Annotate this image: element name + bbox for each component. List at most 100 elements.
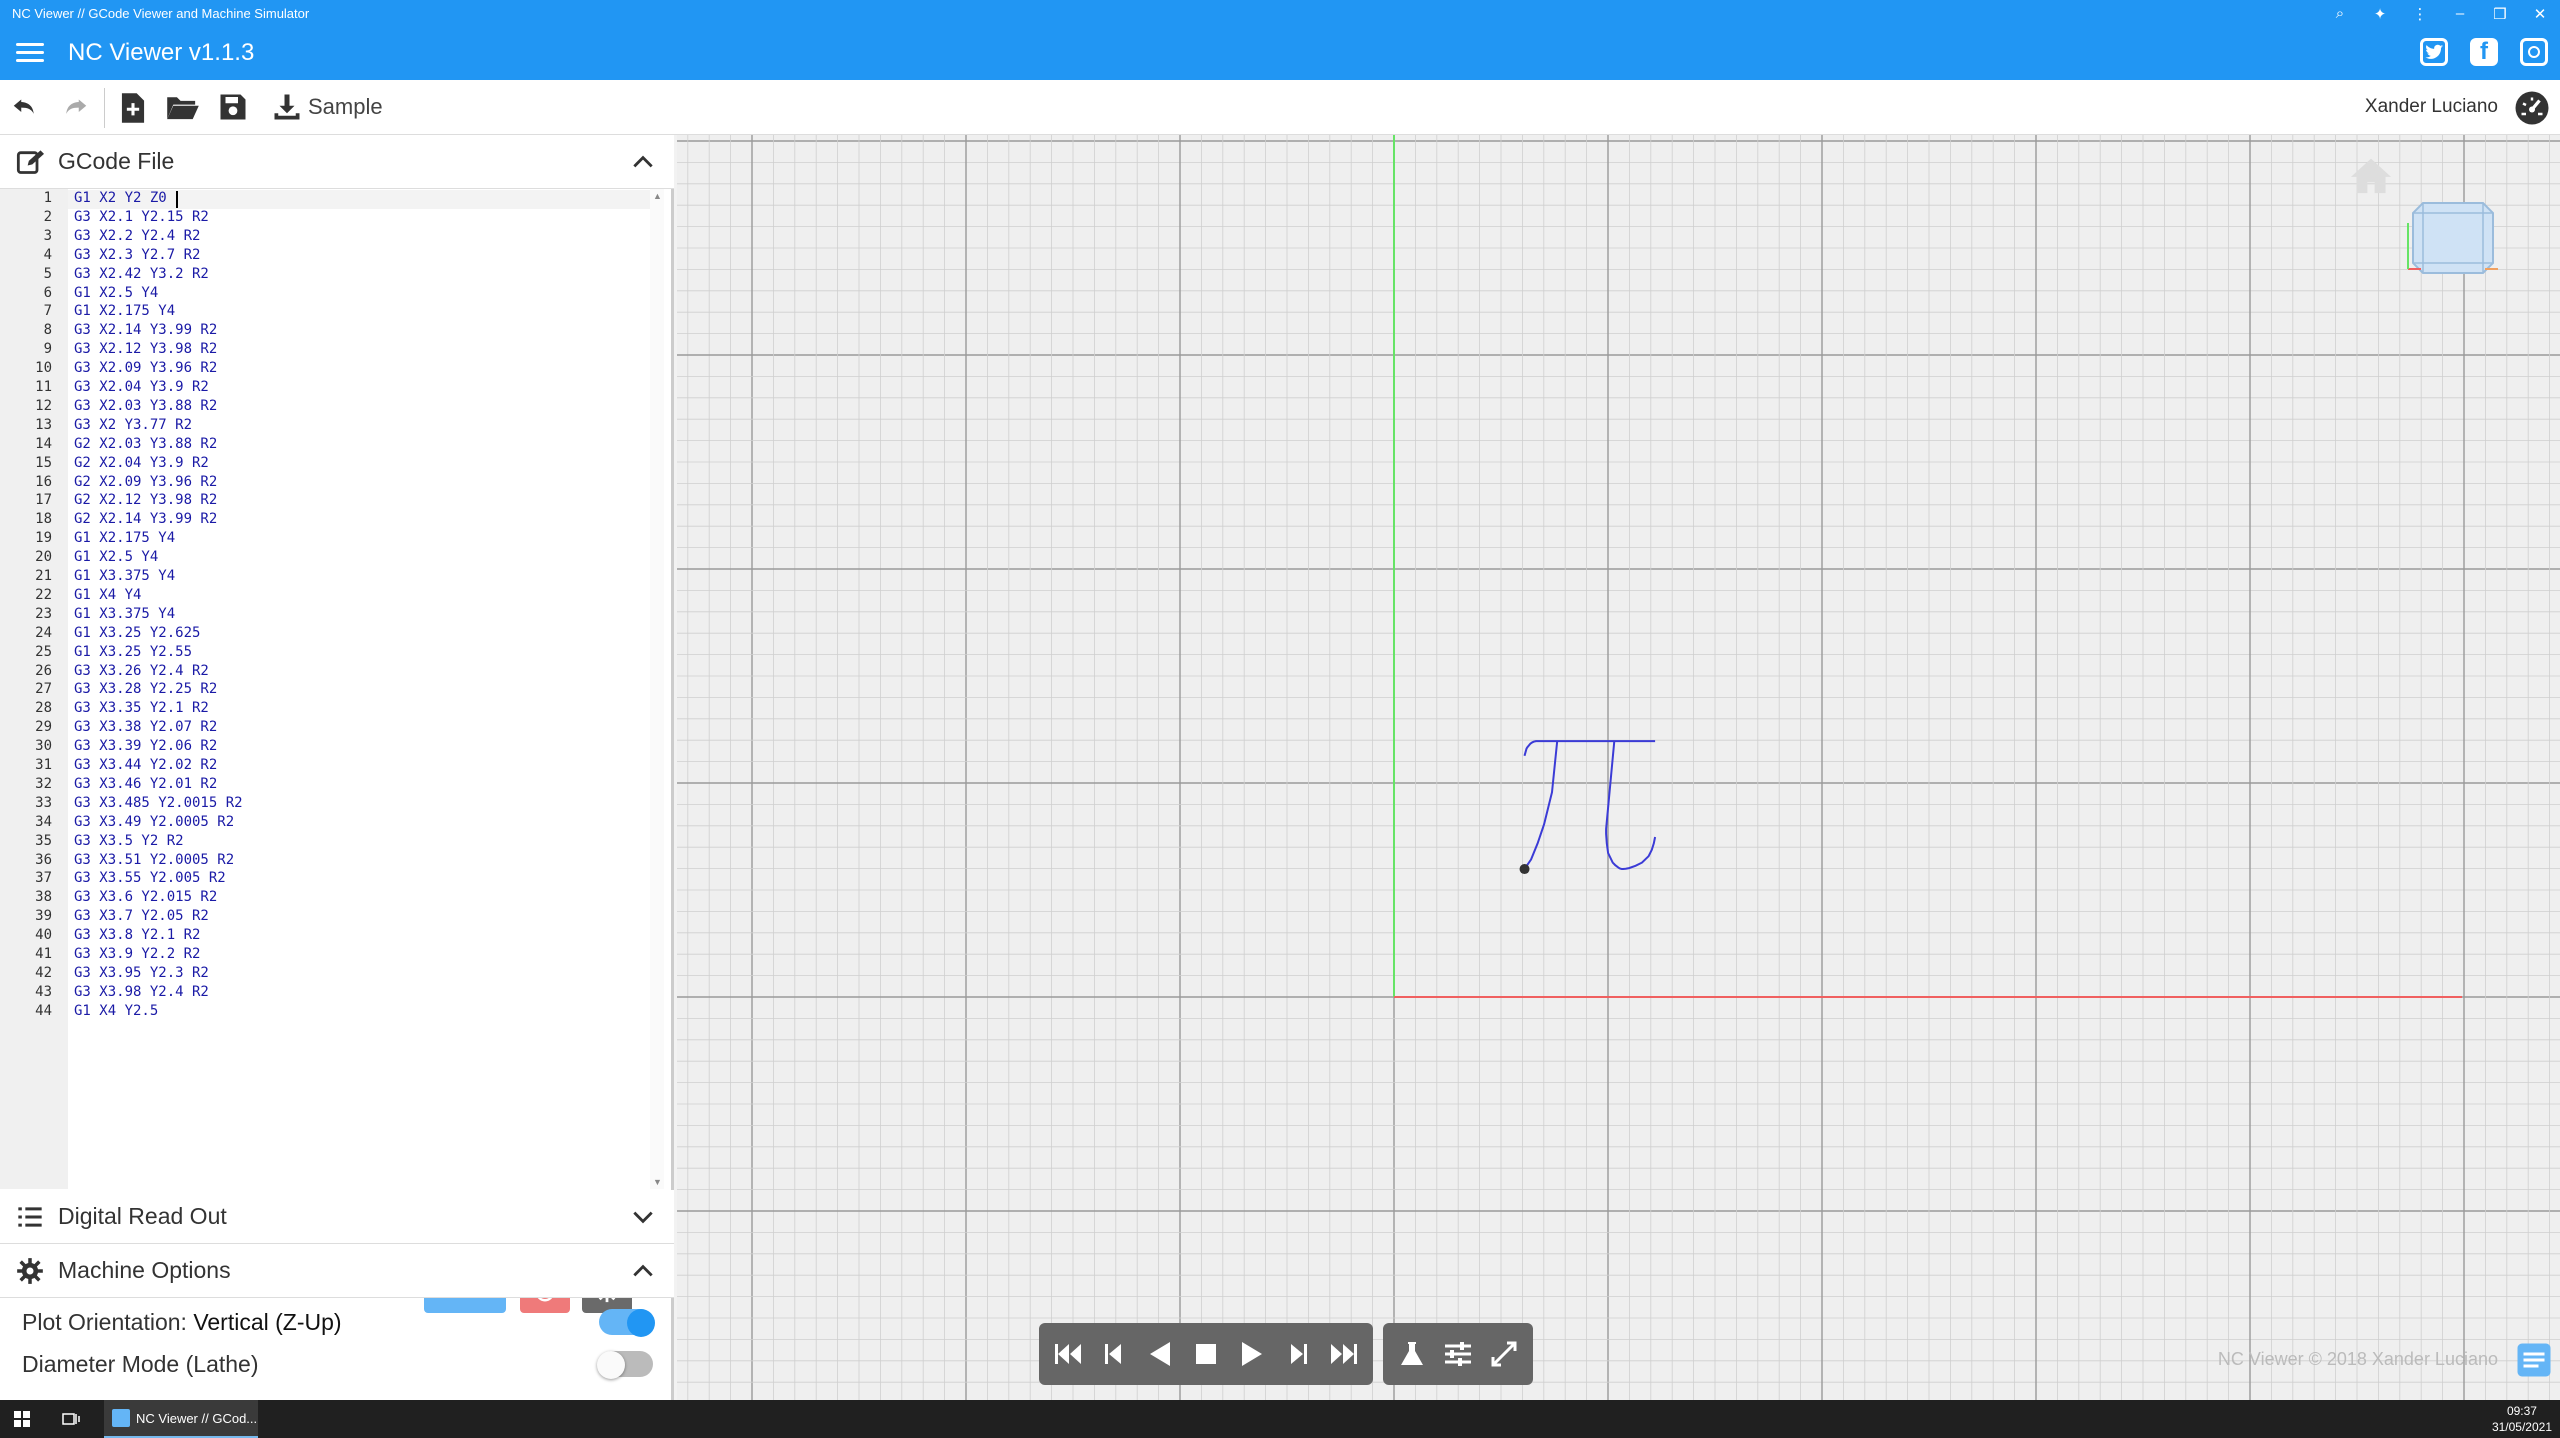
sample-button[interactable]: Sample [272, 90, 383, 124]
toolbar-divider [104, 88, 105, 128]
code-line[interactable]: G3 X3.95 Y2.3 R2 [74, 965, 209, 984]
code-line[interactable]: G3 X3.98 Y2.4 R2 [74, 984, 209, 1003]
code-line[interactable]: G3 X2.3 Y2.7 R2 [74, 247, 200, 266]
code-line[interactable]: G3 X3.8 Y2.1 R2 [74, 927, 200, 946]
home-view-icon[interactable] [2349, 155, 2393, 195]
code-line[interactable]: G3 X2.03 Y3.88 R2 [74, 398, 217, 417]
code-line[interactable]: G1 X3.375 Y4 [74, 568, 175, 587]
code-line[interactable]: G3 X3.485 Y2.0015 R2 [74, 795, 243, 814]
code-line[interactable]: G3 X3.44 Y2.02 R2 [74, 757, 217, 776]
code-line[interactable]: G3 X2.1 Y2.15 R2 [74, 209, 209, 228]
3d-viewer[interactable]: NC Viewer © 2018 Xander Luciano [677, 135, 2560, 1400]
chevron-up-icon[interactable] [630, 149, 656, 175]
skip-to-start-icon[interactable] [1051, 1337, 1085, 1371]
step-back-icon[interactable] [1097, 1337, 1131, 1371]
gcode-editor[interactable]: 1 2 3 4 5 6 7 8 9 10 11 12 13 14 15 16 17 18 19 20 21 22 23 24 2… [0, 189, 664, 1189]
code-line[interactable]: G2 X2.03 Y3.88 R2 [74, 436, 217, 455]
code-line[interactable]: G1 X4 Y4 [74, 587, 141, 606]
taskbar-app-nc-viewer[interactable]: NC Viewer // GCod... [104, 1400, 258, 1438]
browser-menu-icon[interactable]: ⋮ [2400, 5, 2440, 23]
chevron-up-icon[interactable] [630, 1258, 656, 1284]
code-line[interactable]: G3 X2.04 Y3.9 R2 [74, 379, 209, 398]
system-clock[interactable]: 09:37 31/05/2021 [2492, 1403, 2552, 1435]
code-line[interactable]: G3 X3.7 Y2.05 R2 [74, 908, 209, 927]
user-name[interactable]: Xander Luciano [2365, 96, 2498, 118]
code-line[interactable]: G3 X3.28 Y2.25 R2 [74, 681, 217, 700]
code-line[interactable]: G3 X3.39 Y2.06 R2 [74, 738, 217, 757]
close-window-button[interactable]: ✕ [2520, 5, 2560, 23]
hamburger-menu-icon[interactable] [14, 39, 46, 67]
download-icon [274, 94, 300, 120]
machine-options-header[interactable]: Machine Options [0, 1244, 674, 1298]
code-line[interactable]: G2 X2.12 Y3.98 R2 [74, 492, 217, 511]
code-line[interactable]: G3 X3.26 Y2.4 R2 [74, 663, 209, 682]
code-line[interactable]: G2 X2.09 Y3.96 R2 [74, 474, 217, 493]
play-icon[interactable] [1235, 1337, 1269, 1371]
code-line[interactable]: G1 X2.5 Y4 [74, 549, 158, 568]
code-line[interactable]: G3 X3.5 Y2 R2 [74, 833, 184, 852]
windows-start-icon[interactable] [14, 1411, 30, 1427]
code-line[interactable]: G3 X3.49 Y2.0005 R2 [74, 814, 234, 833]
code-line[interactable]: G3 X2.14 Y3.99 R2 [74, 322, 217, 341]
diameter-mode-toggle[interactable] [597, 1351, 653, 1379]
new-file-icon[interactable] [118, 92, 150, 124]
grid-canvas[interactable] [677, 135, 2560, 1400]
code-line[interactable]: G1 X2.5 Y4 [74, 285, 158, 304]
code-line[interactable]: G1 X4 Y2.5 [74, 1003, 158, 1022]
code-line[interactable]: G1 X2.175 Y4 [74, 530, 175, 549]
code-line[interactable]: G3 X3.6 Y2.015 R2 [74, 889, 217, 908]
sliders-icon[interactable] [1441, 1337, 1475, 1371]
code-line[interactable]: G1 X3.375 Y4 [74, 606, 175, 625]
view-cube[interactable] [2403, 183, 2503, 283]
code-line[interactable]: G3 X2.2 Y2.4 R2 [74, 228, 200, 247]
twitter-icon[interactable] [2420, 38, 2448, 66]
code-line[interactable]: G2 X2.14 Y3.99 R2 [74, 511, 217, 530]
step-forward-icon[interactable] [1281, 1337, 1315, 1371]
skip-to-end-icon[interactable] [1327, 1337, 1361, 1371]
play-reverse-icon[interactable] [1143, 1337, 1177, 1371]
save-icon[interactable] [218, 92, 250, 124]
code-line[interactable]: G3 X3.46 Y2.01 R2 [74, 776, 217, 795]
code-line[interactable]: G2 X2.04 Y3.9 R2 [74, 455, 209, 474]
code-line[interactable]: G3 X2.42 Y3.2 R2 [74, 266, 209, 285]
fullscreen-icon[interactable] [1487, 1337, 1521, 1371]
minimize-button[interactable]: – [2440, 5, 2480, 22]
digital-read-out-header[interactable]: Digital Read Out [0, 1190, 674, 1244]
code-line[interactable]: G3 X2.09 Y3.96 R2 [74, 360, 217, 379]
code-line[interactable]: G1 X3.25 Y2.55 [74, 644, 192, 663]
stop-icon[interactable] [1189, 1337, 1223, 1371]
maximize-button[interactable]: ❒ [2480, 5, 2520, 23]
code-line[interactable]: G1 X2 Y2 Z0 [74, 190, 167, 209]
code-line[interactable]: G3 X3.35 Y2.1 R2 [74, 700, 209, 719]
facebook-icon[interactable]: f [2470, 38, 2498, 66]
code-line[interactable]: G3 X3.38 Y2.07 R2 [74, 719, 217, 738]
code-line[interactable]: G3 X3.51 Y2.0005 R2 [74, 852, 234, 871]
redo-icon[interactable] [60, 92, 92, 124]
open-folder-icon[interactable] [166, 92, 199, 124]
left-panel: GCode File 1 2 3 4 5 6 7 8 9 10 11 12 13 14 15 16 17 18 19… [0, 135, 674, 1400]
undo-icon[interactable] [10, 92, 42, 124]
instagram-icon[interactable] [2520, 38, 2548, 66]
plot-orientation-label: Plot Orientation: [22, 1309, 187, 1335]
plot-orientation-toggle[interactable] [599, 1309, 655, 1337]
scroll-up-arrow-icon[interactable]: ▲ [653, 191, 662, 201]
editor-scrollbar[interactable]: ▲ ▼ [650, 189, 664, 1189]
code-line[interactable]: G3 X3.55 Y2.005 R2 [74, 870, 226, 889]
line-number: 33 [35, 794, 52, 811]
flask-icon[interactable] [1395, 1337, 1429, 1371]
tool-position-marker [1519, 864, 1530, 875]
extensions-icon[interactable]: ✦ [2360, 5, 2400, 23]
code-line[interactable]: G1 X2.175 Y4 [74, 303, 175, 322]
task-view-icon[interactable] [62, 1411, 80, 1427]
chevron-down-icon[interactable] [630, 1204, 656, 1230]
zoom-icon[interactable]: ⌕ [2320, 5, 2360, 22]
code-line[interactable]: G1 X3.25 Y2.625 [74, 625, 200, 644]
line-number: 37 [35, 870, 52, 887]
code-line[interactable]: G3 X3.9 Y2.2 R2 [74, 946, 200, 965]
gcode-file-header[interactable]: GCode File [0, 135, 674, 189]
dashboard-gauge-icon[interactable] [2514, 90, 2550, 126]
editor-toggle-icon[interactable] [2516, 1342, 2552, 1378]
scroll-down-arrow-icon[interactable]: ▼ [653, 1177, 662, 1187]
code-line[interactable]: G3 X2 Y3.77 R2 [74, 417, 192, 436]
code-line[interactable]: G3 X2.12 Y3.98 R2 [74, 341, 217, 360]
